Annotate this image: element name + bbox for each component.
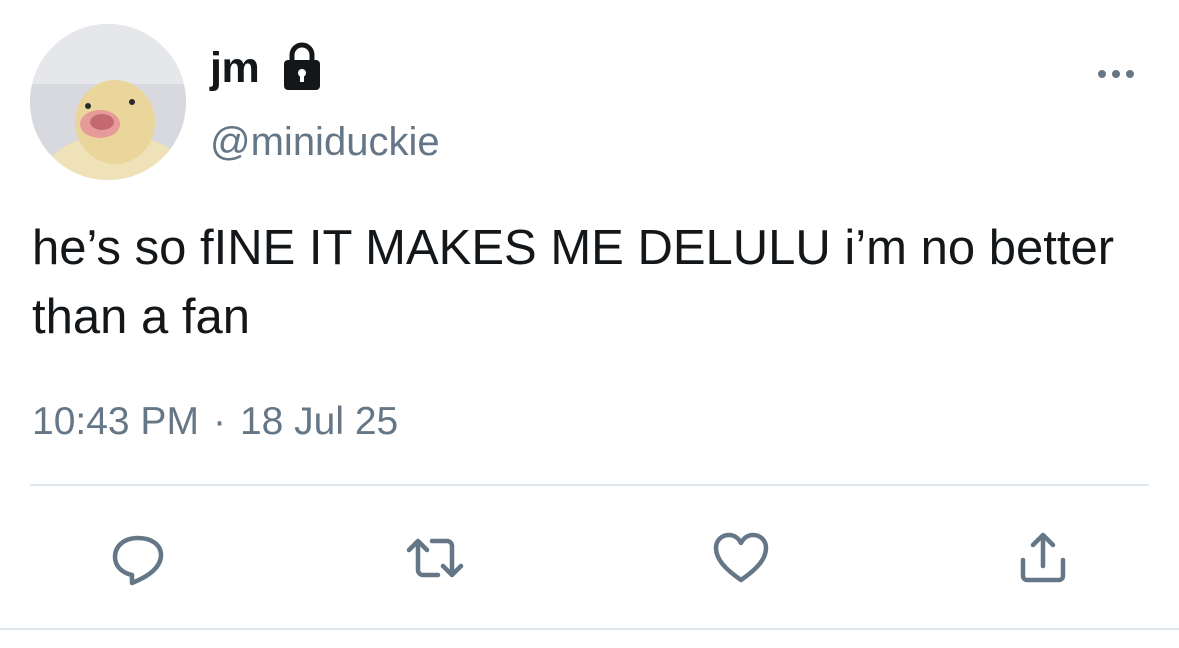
share-button[interactable] (1013, 528, 1073, 588)
retweet-icon (406, 538, 464, 578)
share-icon (1020, 532, 1066, 583)
divider (30, 484, 1149, 486)
bottom-divider (0, 628, 1179, 630)
avatar[interactable] (30, 24, 186, 180)
more-options-icon[interactable] (1094, 62, 1138, 86)
tweet-text: he’s so fINE IT MAKES ME DELULU i’m no b… (32, 221, 1115, 344)
lock-icon (280, 40, 324, 92)
heart-icon (713, 532, 769, 583)
meta-separator: · (212, 400, 226, 443)
like-button[interactable] (711, 528, 771, 588)
retweet-button[interactable] (405, 528, 465, 588)
reply-button[interactable] (108, 528, 168, 588)
tweet-timestamp[interactable]: 10:43 PM · 18 Jul 25 (32, 396, 398, 448)
tweet-time: 10:43 PM (32, 400, 199, 443)
tweet-date: 18 Jul 25 (239, 400, 399, 443)
display-name[interactable]: jm (210, 40, 260, 96)
reply-icon (112, 535, 164, 586)
handle[interactable]: @miniduckie (210, 116, 440, 168)
